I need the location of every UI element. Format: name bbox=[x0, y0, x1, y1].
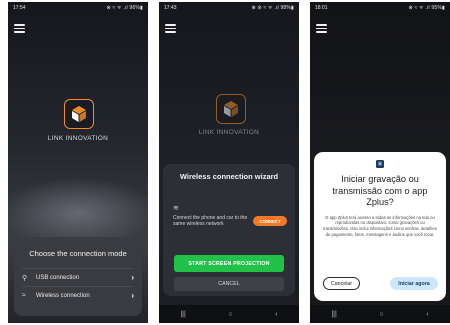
status-bar: 17:43 ⊗ ⊘ ≈ ᯤ .ıl 98%▮ bbox=[159, 2, 299, 14]
wireless-connection-option[interactable]: ≈ Wireless connection › bbox=[22, 286, 134, 304]
recent-apps-icon[interactable]: ||| bbox=[331, 311, 336, 318]
status-icons: ⊗ ≈ ᯤ .ıl 96%▮ bbox=[106, 5, 143, 11]
wifi-icon: ≈ bbox=[22, 292, 26, 299]
status-bar: 17:54 ⊗ ≈ ᯤ .ıl 96%▮ bbox=[8, 2, 148, 14]
phone-screen-connection-mode: 17:54 ⊗ ≈ ᯤ .ıl 96%▮ LINK INNOVATION Cho… bbox=[8, 2, 148, 323]
wizard-instruction: Connect the phone and car to the same wi… bbox=[173, 215, 248, 227]
recent-apps-icon[interactable]: ||| bbox=[180, 311, 185, 318]
status-icons: ⊗ ≈ ᯤ .ıl 95%▮ bbox=[408, 5, 445, 11]
brand-name: LINK INNOVATION bbox=[47, 135, 109, 142]
dialog-body: O app Zplus terá acesso a todas as infor… bbox=[323, 214, 437, 237]
start-screen-projection-button[interactable]: START SCREEN PROJECTION bbox=[174, 255, 284, 272]
chevron-right-icon: › bbox=[131, 291, 134, 300]
status-time: 17:54 bbox=[13, 5, 26, 11]
home-icon[interactable]: ○ bbox=[379, 311, 383, 318]
usb-icon: ⚲ bbox=[22, 274, 28, 282]
status-time: 18:01 bbox=[315, 5, 328, 11]
usb-connection-label: USB connection bbox=[36, 274, 80, 281]
cancel-button[interactable]: Cancelar bbox=[323, 277, 360, 290]
status-time: 17:43 bbox=[164, 5, 177, 11]
dialog-title: Iniciar gravação ou transmissão com o ap… bbox=[332, 174, 428, 207]
connection-mode-sheet: Choose the connection mode ⚲ USB connect… bbox=[14, 240, 142, 316]
cancel-button[interactable]: CANCEL bbox=[174, 277, 284, 291]
usb-connection-option[interactable]: ⚲ USB connection › bbox=[22, 268, 134, 286]
phone-screen-cast-permission: 18:01 ⊗ ≈ ᯤ .ıl 95%▮ ▣ Iniciar gravação … bbox=[310, 2, 450, 323]
phone-screen-wireless-wizard: 17:43 ⊗ ⊘ ≈ ᯤ .ıl 98%▮ LINK INNOVATION W… bbox=[159, 2, 299, 323]
chevron-right-icon: › bbox=[131, 273, 134, 282]
status-icons: ⊗ ⊘ ≈ ᯤ .ıl 98%▮ bbox=[251, 5, 294, 11]
logo-cube-icon bbox=[72, 106, 86, 122]
back-icon[interactable]: ‹ bbox=[275, 311, 277, 318]
menu-icon[interactable] bbox=[316, 24, 327, 33]
wifi-icon: ≋ bbox=[173, 205, 179, 212]
wireless-connection-label: Wireless connection bbox=[36, 292, 90, 299]
menu-icon[interactable] bbox=[14, 24, 25, 33]
system-nav-bar: ||| ○ ‹ bbox=[159, 305, 299, 323]
wireless-wizard-dialog: Wireless connection wizard ≋ Connect the… bbox=[163, 164, 295, 296]
sheet-title: Choose the connection mode bbox=[29, 249, 127, 258]
status-bar: 18:01 ⊗ ≈ ᯤ .ıl 95%▮ bbox=[310, 2, 450, 14]
logo-cube-icon bbox=[224, 101, 238, 117]
brand-name: LINK INNOVATION bbox=[198, 129, 260, 136]
cast-icon: ▣ bbox=[376, 160, 384, 168]
app-logo bbox=[216, 94, 246, 124]
menu-icon[interactable] bbox=[165, 24, 176, 33]
app-logo bbox=[64, 99, 94, 129]
home-icon[interactable]: ○ bbox=[228, 311, 232, 318]
back-icon[interactable]: ‹ bbox=[426, 311, 428, 318]
system-nav-bar: ||| ○ ‹ bbox=[310, 305, 450, 323]
screen-capture-permission-dialog: ▣ Iniciar gravação ou transmissão com o … bbox=[314, 152, 446, 301]
dialog-title: Wireless connection wizard bbox=[179, 172, 279, 181]
screenshot-collage: 17:54 ⊗ ≈ ᯤ .ıl 96%▮ LINK INNOVATION Cho… bbox=[0, 0, 450, 325]
connect-button[interactable]: CONNECT bbox=[253, 216, 287, 226]
start-now-button[interactable]: Iniciar agora bbox=[390, 277, 438, 290]
